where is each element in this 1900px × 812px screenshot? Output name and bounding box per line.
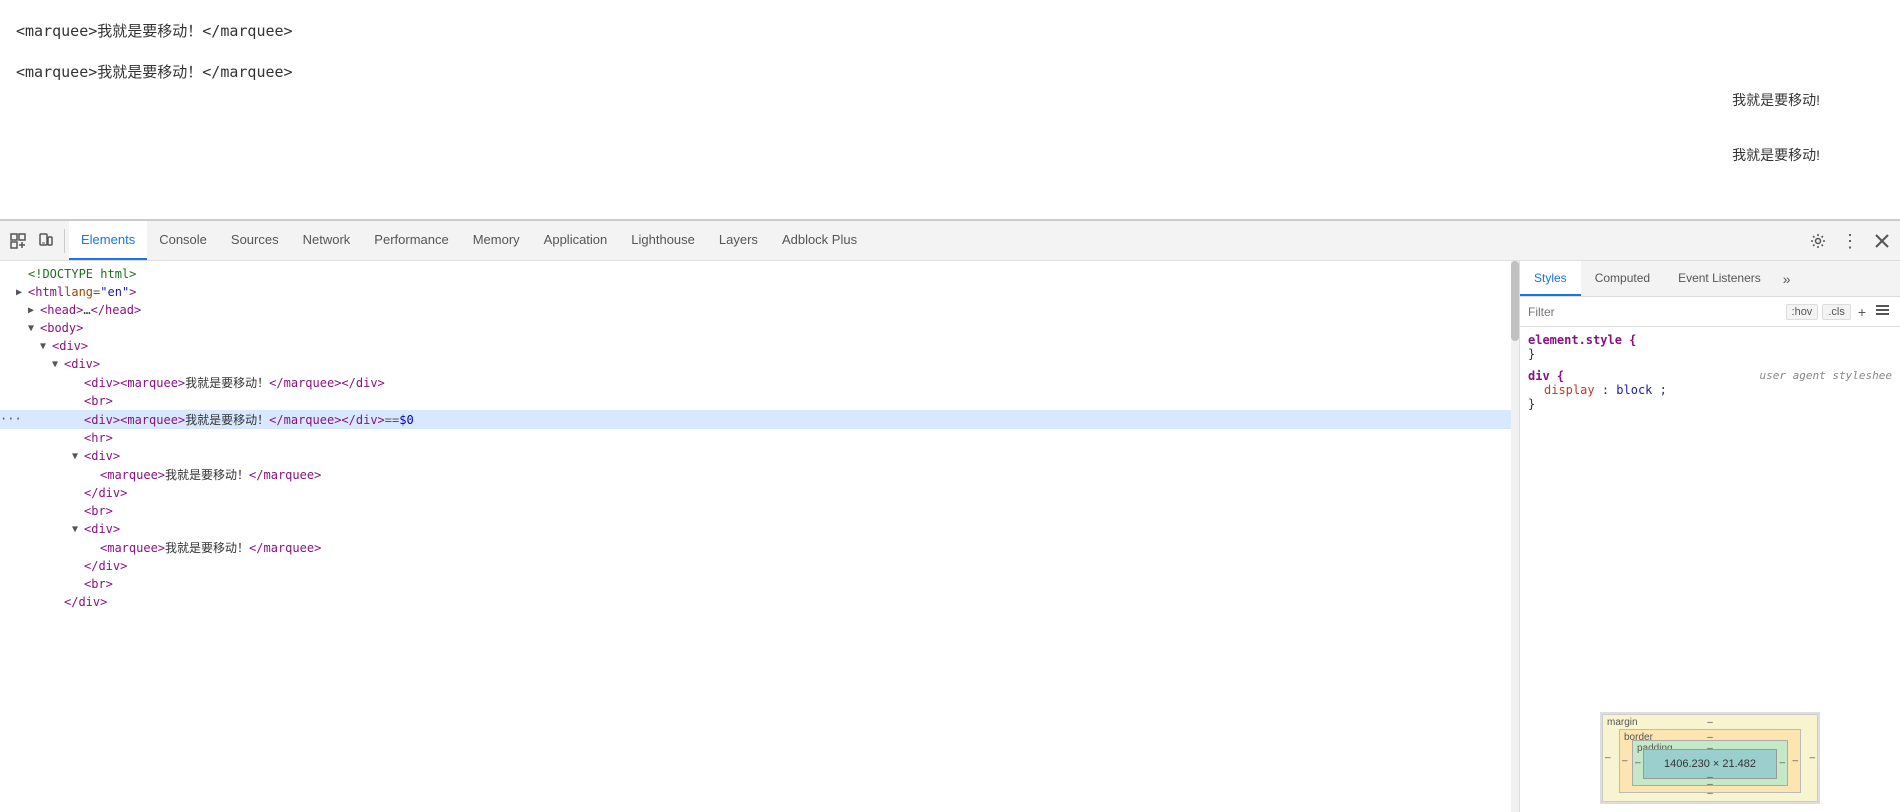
- dom-panel[interactable]: <!DOCTYPE html> ▶ <html lang="en" > ▶ <h…: [0, 261, 1520, 812]
- edit-style-icon-button[interactable]: [1873, 304, 1892, 320]
- style-brace-close: }: [1528, 347, 1535, 361]
- box-padding-left: –: [1635, 758, 1641, 769]
- marquee-source-1: <marquee>我就是要移动！</marquee>: [0, 10, 1900, 51]
- devtools-tabs: Elements Console Sources Network Perform…: [69, 221, 1804, 260]
- devtools-body: <!DOCTYPE html> ▶ <html lang="en" > ▶ <h…: [0, 261, 1900, 812]
- dom-triangle-div1[interactable]: ▼: [40, 341, 52, 352]
- tab-performance[interactable]: Performance: [362, 221, 460, 260]
- tab-console[interactable]: Console: [147, 221, 219, 260]
- tab-styles[interactable]: Styles: [1520, 261, 1581, 296]
- devtools-toolbar: Elements Console Sources Network Perform…: [0, 221, 1900, 261]
- style-value-display: block: [1616, 383, 1652, 397]
- toolbar-right-buttons: ⋮: [1804, 227, 1896, 255]
- tab-adblock-plus[interactable]: Adblock Plus: [770, 221, 869, 260]
- dom-triangle-div4[interactable]: ▼: [72, 524, 84, 535]
- styles-filter-input[interactable]: [1528, 305, 1786, 319]
- dom-line-div3[interactable]: ▼ <div>: [0, 447, 1519, 465]
- dom-line-div2[interactable]: ▼ <div>: [0, 355, 1519, 373]
- styles-content: element.style { } div { user agent style…: [1520, 327, 1900, 704]
- devtools-panel: Elements Console Sources Network Perform…: [0, 220, 1900, 812]
- dom-line-div4-close[interactable]: </div>: [0, 557, 1519, 575]
- marquee-source-2: <marquee>我就是要移动！</marquee>: [0, 51, 1900, 92]
- box-model: margin – – – border – – –: [1600, 712, 1820, 804]
- box-margin-top: –: [1707, 717, 1713, 728]
- filter-bar: :hov .cls +: [1520, 297, 1900, 327]
- style-prop-display: display: [1528, 383, 1595, 397]
- box-border-right: –: [1792, 756, 1798, 767]
- dom-scrollbar-thumb[interactable]: [1511, 261, 1519, 341]
- dom-line-head[interactable]: ▶ <head> … </head>: [0, 301, 1519, 319]
- inspect-element-button[interactable]: [4, 227, 32, 255]
- close-devtools-button[interactable]: [1868, 227, 1896, 255]
- box-margin-label: margin: [1607, 717, 1638, 728]
- style-rule-div: div { user agent styleshee display : blo…: [1528, 369, 1892, 411]
- tab-sources[interactable]: Sources: [219, 221, 291, 260]
- tab-application[interactable]: Application: [532, 221, 620, 260]
- style-selector-element: element.style {: [1528, 333, 1636, 347]
- right-panel-tabs: Styles Computed Event Listeners »: [1520, 261, 1900, 297]
- dom-triangle-div2[interactable]: ▼: [52, 359, 64, 370]
- tab-layers[interactable]: Layers: [707, 221, 770, 260]
- box-margin: margin – – – border – – –: [1602, 714, 1818, 802]
- dom-line-br1[interactable]: <br>: [0, 392, 1519, 410]
- add-style-button[interactable]: +: [1855, 304, 1869, 320]
- dom-line-marquee1[interactable]: <div> <marquee> 我就是要移动！ </marquee> </div…: [0, 373, 1519, 392]
- tab-memory[interactable]: Memory: [461, 221, 532, 260]
- tab-elements[interactable]: Elements: [69, 221, 147, 260]
- dom-doctype-text: <!DOCTYPE html>: [28, 267, 136, 281]
- dom-line-div1[interactable]: ▼ <div>: [0, 337, 1519, 355]
- style-source-div: user agent styleshee: [1760, 369, 1892, 382]
- hov-button[interactable]: :hov: [1786, 304, 1819, 320]
- box-margin-right: –: [1809, 753, 1815, 764]
- more-options-button[interactable]: ⋮: [1836, 227, 1864, 255]
- box-margin-bottom: –: [1707, 788, 1713, 799]
- box-padding-right: –: [1779, 758, 1785, 769]
- box-border-left: –: [1622, 756, 1628, 767]
- style-selector-div: div {: [1528, 369, 1564, 383]
- cls-button[interactable]: .cls: [1822, 304, 1851, 320]
- dom-triangle-head[interactable]: ▶: [28, 305, 40, 316]
- right-panel: Styles Computed Event Listeners » :hov .…: [1520, 261, 1900, 812]
- more-tabs-button[interactable]: »: [1775, 261, 1799, 296]
- tab-computed[interactable]: Computed: [1581, 261, 1664, 296]
- dom-line-div4[interactable]: ▼ <div>: [0, 520, 1519, 538]
- settings-button[interactable]: [1804, 227, 1832, 255]
- box-margin-left: –: [1605, 753, 1611, 764]
- dom-line-html[interactable]: ▶ <html lang="en" >: [0, 283, 1519, 301]
- box-model-container: margin – – – border – – –: [1520, 704, 1900, 812]
- box-content-size: 1406.230 × 21.482: [1664, 758, 1756, 770]
- tab-event-listeners[interactable]: Event Listeners: [1664, 261, 1775, 296]
- dom-line-marquee2-selected[interactable]: ··· <div> <marquee> 我就是要移动！ </marquee> <…: [0, 410, 1519, 429]
- dom-triangle-div3[interactable]: ▼: [72, 451, 84, 462]
- browser-content: <marquee>我就是要移动！</marquee> <marquee>我就是要…: [0, 0, 1900, 220]
- dom-line-doctype[interactable]: <!DOCTYPE html>: [0, 265, 1519, 283]
- tab-lighthouse[interactable]: Lighthouse: [619, 221, 707, 260]
- style-rule-element: element.style { }: [1528, 333, 1892, 361]
- dom-line-body[interactable]: ▼ <body>: [0, 319, 1519, 337]
- dom-line-marquee4[interactable]: <marquee> 我就是要移动！ </marquee>: [0, 538, 1519, 557]
- marquee-output-2: 我就是要移动!: [1732, 145, 1820, 165]
- device-toolbar-button[interactable]: [32, 227, 60, 255]
- dom-line-br2[interactable]: <br>: [0, 502, 1519, 520]
- dom-line-div3-close[interactable]: </div>: [0, 484, 1519, 502]
- dom-line-marquee3[interactable]: <marquee> 我就是要移动！ </marquee>: [0, 465, 1519, 484]
- dom-triangle-body[interactable]: ▼: [28, 323, 40, 334]
- dom-triangle-html[interactable]: ▶: [16, 287, 28, 298]
- marquee-output-1: 我就是要移动!: [1732, 90, 1820, 110]
- dom-line-hr[interactable]: <hr>: [0, 429, 1519, 447]
- dom-line-div2-close[interactable]: </div>: [0, 593, 1519, 611]
- toolbar-separator: [64, 229, 65, 253]
- dom-dots: ···: [0, 412, 22, 426]
- box-border: border – – – padding – – –: [1619, 729, 1801, 793]
- tab-network[interactable]: Network: [291, 221, 363, 260]
- filter-buttons: :hov .cls +: [1786, 304, 1892, 320]
- dom-scrollbar-track[interactable]: [1511, 261, 1519, 812]
- dom-line-br3[interactable]: <br>: [0, 575, 1519, 593]
